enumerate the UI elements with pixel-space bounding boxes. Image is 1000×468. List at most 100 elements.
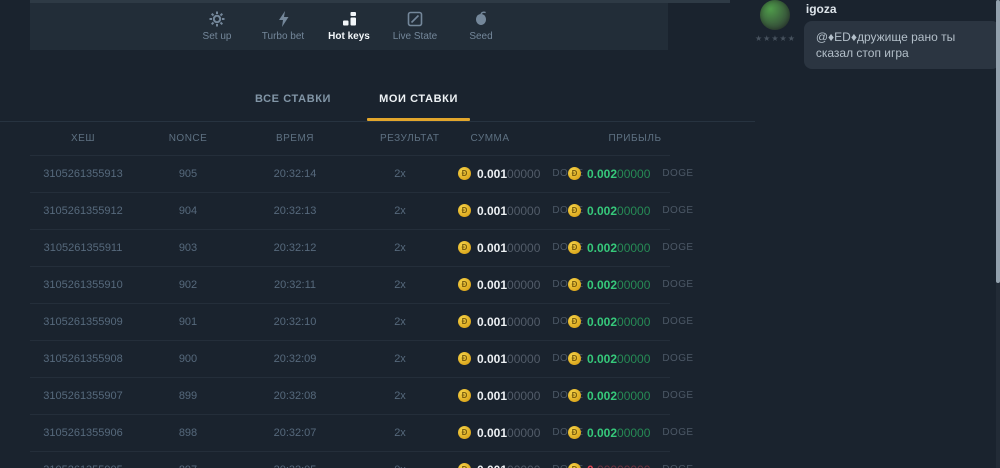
bet-profit: Ð0.00200000DOGE <box>560 389 710 403</box>
chat-message: ★★★★★ igoza @♦ED♦дружище рано ты сказал ст… <box>755 0 1000 468</box>
bet-time: 20:32:08 <box>210 390 380 402</box>
bet-time: 20:32:12 <box>210 242 380 254</box>
bet-row[interactable]: 310526135590890020:32:092xÐ0.00100000DOG… <box>0 340 755 377</box>
bet-hash: 3105261355907 <box>0 390 166 402</box>
bet-row[interactable]: 310526135591290420:32:132xÐ0.00100000DOG… <box>0 192 755 229</box>
avatar[interactable] <box>760 0 790 30</box>
chat-username[interactable]: igoza <box>806 2 1000 16</box>
doge-coin-icon: Ð <box>458 389 471 402</box>
col-header-profit: ПРИБЫЛЬ <box>560 133 710 144</box>
tab-all-bets[interactable]: ВСЕ СТАВКИ <box>255 77 331 121</box>
bet-hash: 3105261355906 <box>0 427 166 439</box>
seed-icon <box>473 11 489 27</box>
bets-table-body: 310526135591390520:32:142xÐ0.00100000DOG… <box>0 155 755 468</box>
currency-label: DOGE <box>662 464 693 468</box>
bet-result: 2x <box>380 242 420 254</box>
bet-nonce: 897 <box>166 464 210 468</box>
tab-my-bets[interactable]: МОИ СТАВКИ <box>379 77 458 121</box>
bet-result: 0x <box>380 464 420 468</box>
doge-coin-icon: Ð <box>458 315 471 328</box>
currency-label: DOGE <box>662 316 693 327</box>
toolbar-item-seed[interactable]: Seed <box>456 11 506 42</box>
bet-nonce: 902 <box>166 279 210 291</box>
currency-label: DOGE <box>662 242 693 253</box>
chat-scrollbar-thumb[interactable] <box>996 0 1000 283</box>
toolbar-item-live-state[interactable]: Live State <box>390 11 440 42</box>
toolbar-item-label: Set up <box>203 31 232 42</box>
col-header-hash: ХЕШ <box>0 133 166 144</box>
toolbar-item-hot-keys[interactable]: Hot keys <box>324 11 374 42</box>
currency-label: DOGE <box>662 205 693 216</box>
bet-nonce: 900 <box>166 353 210 365</box>
bet-amount: Ð0.00100000DOGE <box>420 463 560 468</box>
col-header-result: РЕЗУЛЬТАТ <box>380 133 420 144</box>
doge-coin-icon: Ð <box>568 463 581 468</box>
bet-profit: Ð0.00200000DOGE <box>560 352 710 366</box>
user-rating: ★★★★★ <box>755 35 796 43</box>
currency-label: DOGE <box>662 353 693 364</box>
bet-hash: 3105261355911 <box>0 242 166 254</box>
bet-nonce: 905 <box>166 168 210 180</box>
bet-hash: 3105261355909 <box>0 316 166 328</box>
bet-time: 20:32:14 <box>210 168 380 180</box>
bet-hash: 3105261355912 <box>0 205 166 217</box>
bets-tabs: ВСЕ СТАВКИ МОИ СТАВКИ <box>0 77 755 122</box>
bet-amount: Ð0.00100000DOGE <box>420 241 560 255</box>
bet-time: 20:32:09 <box>210 353 380 365</box>
bet-profit: Ð0.00200000DOGE <box>560 426 710 440</box>
chat-bubble: @♦ED♦дружище рано ты сказал стоп игра <box>804 21 1000 69</box>
bet-amount: Ð0.00100000DOGE <box>420 278 560 292</box>
bet-profit: Ð0.00200000DOGE <box>560 204 710 218</box>
doge-coin-icon: Ð <box>568 204 581 217</box>
bet-profit: Ð0.00200000DOGE <box>560 278 710 292</box>
doge-coin-icon: Ð <box>458 278 471 291</box>
col-header-nonce: NONCE <box>166 133 210 144</box>
bet-row[interactable]: 310526135590990120:32:102xÐ0.00100000DOG… <box>0 303 755 340</box>
bets-table-header: ХЕШ NONCE ВРЕМЯ РЕЗУЛЬТАТ СУММА ПРИБЫЛЬ <box>0 122 755 155</box>
toolbar-item-set-up[interactable]: Set up <box>192 11 242 42</box>
toolbar-item-label: Turbo bet <box>262 31 304 42</box>
currency-label: DOGE <box>662 427 693 438</box>
bet-time: 20:32:13 <box>210 205 380 217</box>
bet-row[interactable]: 310526135591090220:32:112xÐ0.00100000DOG… <box>0 266 755 303</box>
bet-profit: Ð0.00200000DOGE <box>560 167 710 181</box>
gear-icon <box>209 11 225 27</box>
bet-result: 2x <box>380 279 420 291</box>
doge-coin-icon: Ð <box>568 426 581 439</box>
doge-coin-icon: Ð <box>458 204 471 217</box>
bet-amount: Ð0.00100000DOGE <box>420 167 560 181</box>
chat-scrollbar-track[interactable] <box>996 0 1000 468</box>
bet-amount: Ð0.00100000DOGE <box>420 389 560 403</box>
doge-coin-icon: Ð <box>568 167 581 180</box>
bet-row[interactable]: 310526135590689820:32:072xÐ0.00100000DOG… <box>0 414 755 451</box>
bet-result: 2x <box>380 168 420 180</box>
bet-hash: 3105261355913 <box>0 168 166 180</box>
doge-coin-icon: Ð <box>458 426 471 439</box>
currency-label: DOGE <box>662 279 693 290</box>
bet-row[interactable]: 310526135590789920:32:082xÐ0.00100000DOG… <box>0 377 755 414</box>
toolbar-item-label: Seed <box>469 31 492 42</box>
toolbar-item-label: Hot keys <box>328 31 370 42</box>
bet-result: 2x <box>380 353 420 365</box>
bet-time: 20:32:11 <box>210 279 380 291</box>
bet-nonce: 899 <box>166 390 210 402</box>
doge-coin-icon: Ð <box>458 463 471 468</box>
doge-coin-icon: Ð <box>458 167 471 180</box>
doge-coin-icon: Ð <box>568 278 581 291</box>
bet-nonce: 898 <box>166 427 210 439</box>
bet-row[interactable]: 310526135590589720:32:050xÐ0.00100000DOG… <box>0 451 755 468</box>
doge-coin-icon: Ð <box>568 241 581 254</box>
live-state-icon <box>407 11 423 27</box>
bet-hash: 3105261355910 <box>0 279 166 291</box>
currency-label: DOGE <box>662 168 693 179</box>
bet-result: 2x <box>380 390 420 402</box>
hotkeys-icon <box>342 11 357 27</box>
doge-coin-icon: Ð <box>568 315 581 328</box>
doge-coin-icon: Ð <box>458 241 471 254</box>
bet-row[interactable]: 310526135591390520:32:142xÐ0.00100000DOG… <box>0 155 755 192</box>
bet-nonce: 904 <box>166 205 210 217</box>
toolbar-item-turbo-bet[interactable]: Turbo bet <box>258 11 308 42</box>
bet-row[interactable]: 310526135591190320:32:122xÐ0.00100000DOG… <box>0 229 755 266</box>
bet-result: 2x <box>380 205 420 217</box>
doge-coin-icon: Ð <box>568 352 581 365</box>
